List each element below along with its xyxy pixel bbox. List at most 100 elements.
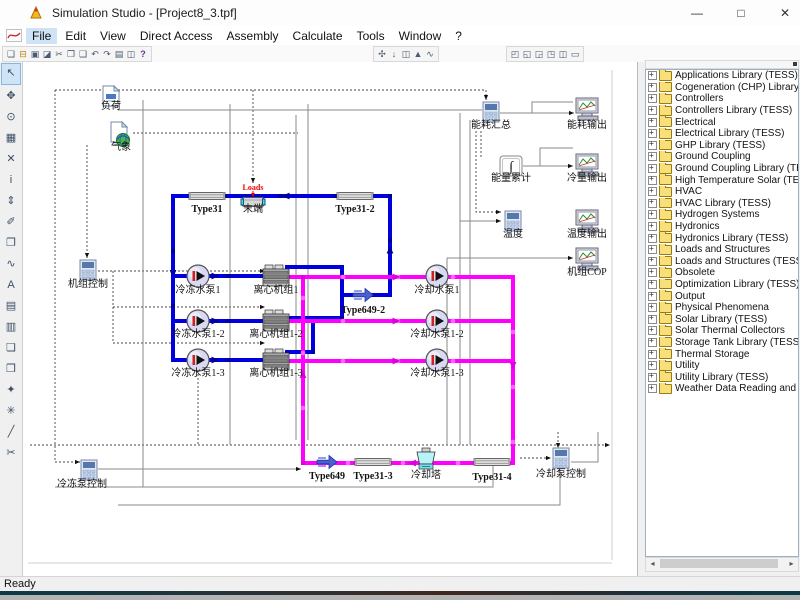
signal-wire[interactable] (540, 148, 573, 166)
canvas-component[interactable]: Type31-4 (472, 459, 511, 484)
pan-hand-icon[interactable]: ✥ (2, 86, 20, 106)
menu-window[interactable]: Window (393, 28, 448, 44)
signal-wire[interactable] (98, 467, 301, 471)
library-item[interactable]: Optimization Library (TESS) (646, 279, 798, 291)
canvas-component[interactable]: 气象 (111, 122, 131, 153)
menu-file[interactable]: File (26, 28, 57, 44)
expand-icon[interactable] (648, 326, 657, 335)
expand-icon[interactable] (648, 303, 657, 312)
expand-icon[interactable] (648, 257, 657, 266)
canvas-component[interactable]: 冷量输出 (567, 154, 607, 184)
grid-a-icon[interactable]: ▤ (2, 296, 20, 316)
cut-icon[interactable]: ✂ (53, 48, 65, 60)
redo-icon[interactable]: ↷ (101, 48, 113, 60)
undo-icon[interactable]: ↶ (89, 48, 101, 60)
library-item[interactable]: Loads and Structures (646, 244, 798, 256)
panel-horizontal-scrollbar[interactable]: ◂ ▸ (645, 557, 799, 572)
signal-wire[interactable] (30, 443, 610, 447)
expand-icon[interactable] (648, 106, 657, 115)
library-item[interactable]: Hydronics Library (TESS) (646, 232, 798, 244)
menu-edit[interactable]: Edit (59, 28, 92, 44)
library-item[interactable]: Obsolete (646, 267, 798, 279)
canvas-component[interactable]: 冷却水泵1-3 (410, 349, 463, 379)
select-pointer-icon[interactable]: ↖ (1, 63, 21, 85)
canvas-component[interactable]: ∫能量累计 (491, 156, 531, 184)
expand-icon[interactable] (648, 141, 657, 150)
pen-tool-icon[interactable]: ✐ (2, 212, 20, 232)
expand-icon[interactable] (648, 315, 657, 324)
delete-icon[interactable]: ✕ (2, 149, 20, 169)
library-item[interactable]: Utility (646, 360, 798, 372)
copy-icon[interactable]: ❐ (65, 48, 77, 60)
menu-view[interactable]: View (94, 28, 132, 44)
library-item[interactable]: Hydrogen Systems (646, 209, 798, 221)
expand-icon[interactable] (648, 118, 657, 127)
menu-?[interactable]: ? (449, 28, 468, 44)
canvas-component[interactable]: 冷却水泵1 (415, 265, 460, 296)
probe-icon[interactable]: ▲ (412, 48, 424, 60)
canvas-component[interactable]: 机组控制 (68, 260, 108, 290)
signal-wire[interactable] (113, 305, 265, 309)
library-item[interactable]: Solar Thermal Collectors (646, 325, 798, 337)
draw-line-icon[interactable]: ╱ (2, 422, 20, 442)
expand-icon[interactable] (648, 338, 657, 347)
canvas-component[interactable]: 冷却水泵1-2 (410, 310, 463, 340)
mag-pipe[interactable] (288, 274, 515, 281)
layers-icon[interactable]: ❏ (2, 338, 20, 358)
close-button[interactable]: ✕ (776, 6, 794, 20)
expand-icon[interactable] (648, 373, 657, 382)
view-3-icon[interactable]: ◲ (533, 48, 545, 60)
library-item[interactable]: HVAC Library (TESS) (646, 198, 798, 210)
save-all-icon[interactable]: ◪ (41, 48, 53, 60)
signal-wire[interactable] (113, 341, 265, 345)
paste-icon[interactable]: ❑ (77, 48, 89, 60)
paste-tool-icon[interactable]: ❐ (2, 233, 20, 253)
minimize-button[interactable]: — (688, 6, 706, 20)
maximize-button[interactable]: □ (732, 6, 750, 20)
scroll-right-arrow[interactable]: ▸ (785, 558, 798, 569)
expand-icon[interactable] (648, 152, 657, 161)
image-icon[interactable]: ▦ (2, 128, 20, 148)
signal-wire[interactable] (460, 219, 501, 223)
canvas-component[interactable]: 离心机组1-2 (249, 310, 302, 340)
view-1-icon[interactable]: ◰ (509, 48, 521, 60)
signal-wire[interactable] (251, 90, 255, 183)
view-5-icon[interactable]: ◫ (557, 48, 569, 60)
canvas-component[interactable]: 温度 (503, 211, 523, 240)
grid-b-icon[interactable]: ▥ (2, 317, 20, 337)
menu-tools[interactable]: Tools (351, 28, 391, 44)
canvas-component[interactable]: Loads末端 (241, 183, 265, 215)
signal-wire[interactable] (532, 102, 573, 113)
star-icon[interactable]: ✦ (2, 380, 20, 400)
library-item[interactable]: Cogeneration (CHP) Library (TESS) (646, 82, 798, 94)
signal-wire[interactable] (85, 145, 89, 258)
curve-icon[interactable]: ∿ (424, 48, 436, 60)
mag-pipe[interactable] (510, 277, 517, 465)
expand-icon[interactable] (648, 292, 657, 301)
library-item[interactable]: Storage Tank Library (TESS) (646, 337, 798, 349)
library-item[interactable]: Output (646, 290, 798, 302)
library-item[interactable]: Physical Phenomena (646, 302, 798, 314)
scissors-icon[interactable]: ✂ (2, 443, 20, 463)
library-item[interactable]: GHP Library (TESS) (646, 140, 798, 152)
library-item[interactable]: Loads and Structures (TESS) (646, 256, 798, 268)
canvas-component[interactable]: 冷冻水泵1-3 (171, 349, 224, 379)
print-preview-icon[interactable]: ◫ (125, 48, 137, 60)
expand-icon[interactable] (648, 129, 657, 138)
save-icon[interactable]: ▣ (29, 48, 41, 60)
link-icon[interactable]: ∿ (2, 254, 20, 274)
canvas-component[interactable]: 能耗输出 (567, 98, 607, 131)
library-item[interactable]: Controllers Library (TESS) (646, 105, 798, 117)
signal-wire[interactable] (447, 256, 573, 260)
library-item[interactable]: HVAC (646, 186, 798, 198)
expand-icon[interactable] (648, 71, 657, 80)
panel-top-scrollbar[interactable] (645, 60, 799, 69)
stack-icon[interactable]: ❒ (2, 359, 20, 379)
text-icon[interactable]: A (2, 275, 20, 295)
canvas-component[interactable]: 冷冻水泵1-2 (171, 310, 224, 340)
blue-pipe[interactable] (287, 265, 344, 269)
canvas-component[interactable]: Type31 (189, 193, 225, 216)
library-item[interactable]: Solar Library (TESS) (646, 313, 798, 325)
signal-wire[interactable] (484, 90, 488, 100)
canvas-component[interactable]: 冷冻泵控制 (57, 460, 107, 490)
